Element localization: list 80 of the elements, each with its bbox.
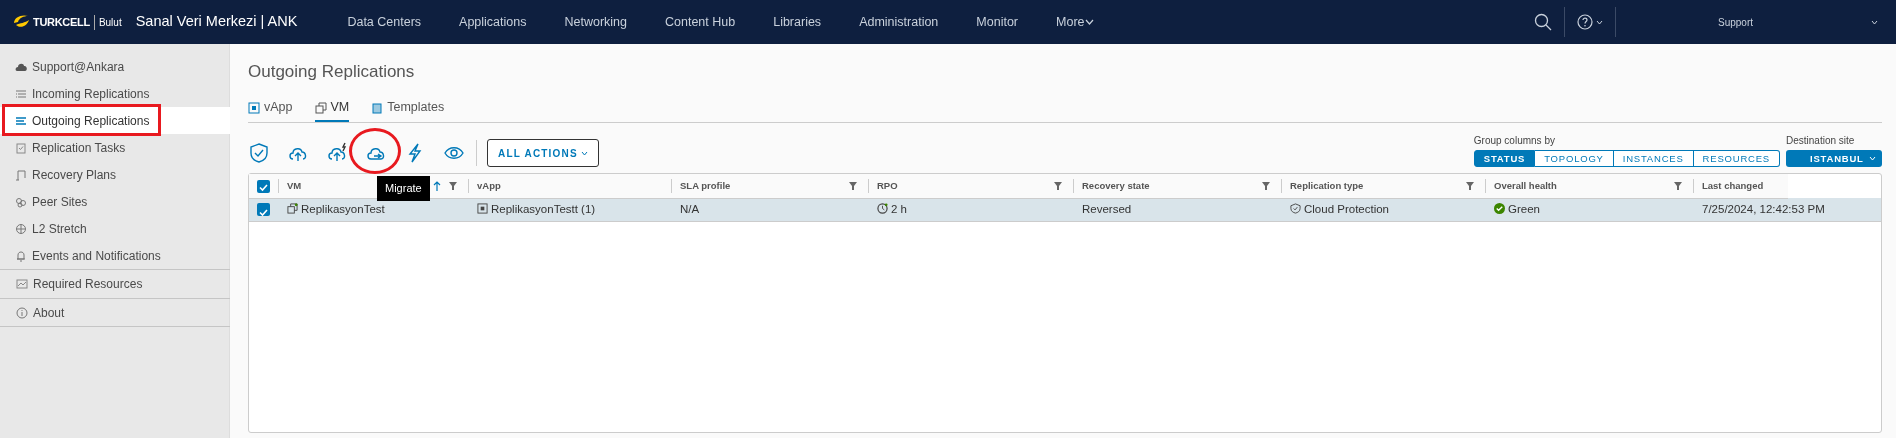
user-menu[interactable]: Support <box>1628 14 1878 30</box>
caret-icon <box>1871 19 1878 25</box>
globe-icon <box>15 222 27 235</box>
group-option[interactable]: TOPOLOGY <box>1535 150 1614 168</box>
destination-label: Destination site <box>1786 134 1856 149</box>
sidebar-item[interactable]: About <box>0 298 230 327</box>
clock-icon <box>877 203 888 214</box>
list-icon <box>15 87 27 100</box>
all-actions-button[interactable]: ALL ACTIONS <box>487 139 599 168</box>
app-title: Sanal Veri Merkezi | ANK <box>135 12 298 32</box>
nav-link[interactable]: Applications <box>459 12 527 32</box>
column-header[interactable]: RPO <box>877 178 898 193</box>
table-cell: N/A <box>680 203 700 215</box>
table-cell: Reversed <box>1082 203 1132 215</box>
vapp-icon <box>477 203 488 214</box>
sidebar-item[interactable]: Incoming Replications <box>0 80 230 107</box>
row-checkbox[interactable] <box>257 203 270 217</box>
nav-link[interactable]: More <box>1056 12 1094 32</box>
destination-dropdown[interactable]: ISTANBUL <box>1786 150 1882 168</box>
help-button[interactable] <box>1577 14 1603 30</box>
search-button[interactable] <box>1534 12 1552 32</box>
caret-icon <box>1084 19 1094 25</box>
sidebar-item[interactable]: Outgoing Replications <box>0 107 230 134</box>
column-header[interactable]: VM <box>287 178 302 193</box>
sidebar-item[interactable]: Events and Notifications <box>0 242 230 269</box>
shield-icon <box>248 142 270 165</box>
table-cell: ReplikasyonTestt (1) <box>477 203 596 215</box>
check-circle-icon <box>1494 203 1505 214</box>
table-cell: Cloud Protection <box>1290 203 1390 215</box>
table-cell: Green <box>1494 203 1540 215</box>
sidebar-item[interactable]: Replication Tasks <box>0 134 230 161</box>
caret-icon <box>1869 156 1876 162</box>
clipboard-icon <box>15 141 27 154</box>
vapp-icon <box>248 101 260 114</box>
nav-link[interactable]: Data Centers <box>347 12 422 32</box>
tab[interactable]: vApp <box>248 98 293 123</box>
sidebar-item[interactable]: L2 Stretch <box>0 215 230 242</box>
group-label: Group columns by <box>1473 134 1556 149</box>
sidebar-item[interactable]: Support@Ankara <box>0 53 230 80</box>
caret-icon <box>580 150 588 156</box>
vm-icon <box>287 203 298 214</box>
sidebar-item[interactable]: Peer Sites <box>0 188 230 215</box>
table-cell: 7/25/2024, 12:42:53 PM <box>1702 203 1825 215</box>
nav-link[interactable]: Administration <box>859 12 939 32</box>
group-option[interactable]: STATUS <box>1473 150 1536 168</box>
tooltip: Migrate <box>377 176 430 201</box>
nav-link[interactable]: Monitor <box>976 12 1018 32</box>
logo-icon <box>12 14 30 30</box>
column-header[interactable]: Overall health <box>1494 178 1557 193</box>
group-option[interactable]: INSTANCES <box>1613 150 1694 168</box>
brand-subtitle: Bulut <box>93 14 122 30</box>
chart-icon <box>16 278 28 290</box>
document-icon <box>15 168 27 181</box>
nav-link[interactable]: Libraries <box>773 12 822 32</box>
shield-button[interactable] <box>248 142 270 165</box>
select-all-checkbox[interactable] <box>257 179 270 193</box>
nav-link[interactable]: Networking <box>564 12 627 32</box>
nav-link[interactable]: Content Hub <box>665 12 736 32</box>
circles-icon <box>15 195 27 208</box>
table-cell: 2 h <box>877 203 907 215</box>
help-icon <box>1577 14 1593 30</box>
bell-icon <box>15 249 27 262</box>
sidebar-item[interactable]: Required Resources <box>0 269 230 298</box>
column-header[interactable]: SLA profile <box>680 178 731 193</box>
sidebar-item[interactable]: Recovery Plans <box>0 161 230 188</box>
brand-text: TURKCELL <box>33 14 90 30</box>
vm-icon <box>314 101 327 114</box>
tab[interactable]: Templates <box>371 98 445 123</box>
tab[interactable]: VM <box>314 98 350 123</box>
shield-icon <box>1290 203 1301 214</box>
search-icon <box>1534 13 1552 32</box>
template-icon <box>371 101 384 114</box>
column-header[interactable]: Recovery state <box>1082 178 1150 193</box>
group-option[interactable]: RESOURCES <box>1693 150 1780 168</box>
caret-icon <box>1596 19 1603 25</box>
table-cell: ReplikasyonTest <box>287 203 385 215</box>
info-icon <box>16 306 28 319</box>
page-title: Outgoing Replications <box>248 62 416 83</box>
list-icon <box>15 114 27 127</box>
column-header[interactable]: vApp <box>477 178 501 193</box>
